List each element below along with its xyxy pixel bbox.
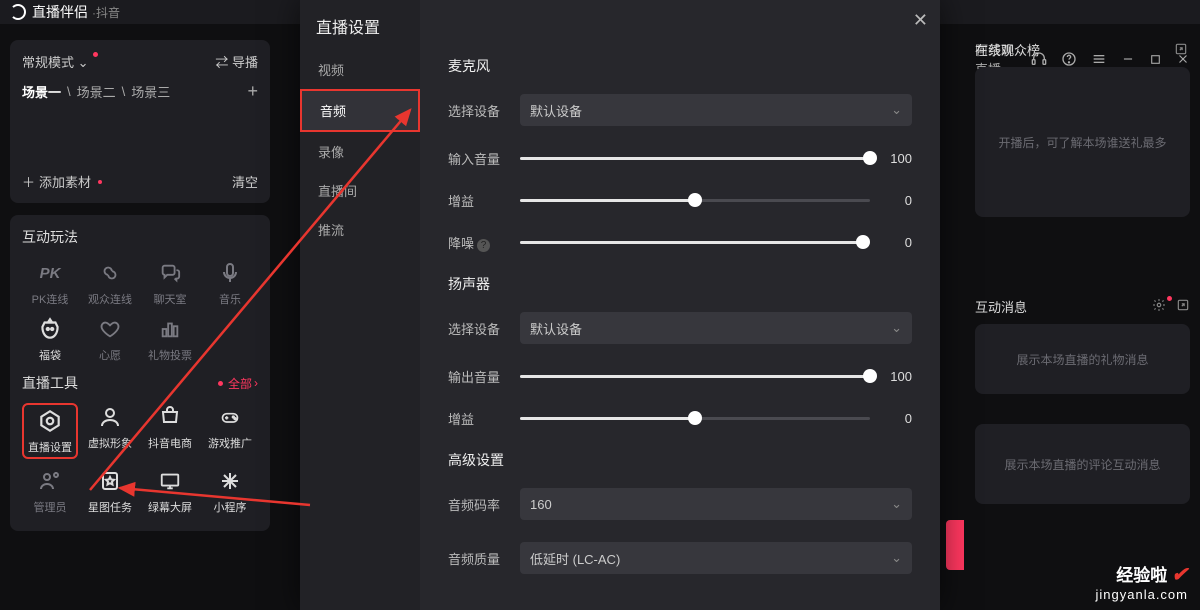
advanced-header: 高级设置 xyxy=(448,450,912,470)
game-promo-button[interactable]: 游戏推广 xyxy=(202,403,258,459)
mic-gain-label: 增益 xyxy=(448,191,506,210)
settings-modal: 直播设置 ✕ 视频 音频 录像 直播间 推流 麦克风 选择设备 默认设备⌄ 输入… xyxy=(300,0,940,610)
tab-record[interactable]: 录像 xyxy=(300,132,420,171)
app-title: 直播伴侣 xyxy=(32,2,88,22)
miniprogram-button[interactable]: 小程序 xyxy=(202,467,258,515)
pk-button[interactable]: PKPK连线 xyxy=(22,259,78,307)
scene-tab-3[interactable]: 场景三 xyxy=(131,82,170,101)
modal-close-button[interactable]: ✕ xyxy=(913,10,928,31)
mic-gain-slider[interactable] xyxy=(520,190,870,210)
bitrate-select[interactable]: 160⌄ xyxy=(520,488,912,520)
tab-room[interactable]: 直播间 xyxy=(300,171,420,210)
out-volume-label: 输出音量 xyxy=(448,367,506,386)
tab-video[interactable]: 视频 xyxy=(300,50,420,89)
spk-gain-slider[interactable] xyxy=(520,408,870,428)
side-action-button[interactable] xyxy=(946,520,964,570)
tab-audio[interactable]: 音频 xyxy=(300,89,420,132)
spk-device-select[interactable]: 默认设备⌄ xyxy=(520,312,912,344)
star-task-button[interactable]: 星图任务 xyxy=(82,467,138,515)
interact-panel: 互动玩法 PKPK连线 观众连线 聊天室 音乐 福袋 心愿 礼物投票 直播工具 … xyxy=(10,215,270,531)
in-volume-value: 100 xyxy=(884,151,912,166)
tools-title: 直播工具 xyxy=(22,373,78,393)
spk-gain-label: 增益 xyxy=(448,409,506,428)
director-button[interactable]: ⇄ 导播 xyxy=(215,52,258,71)
speaker-header: 扬声器 xyxy=(448,274,912,294)
noise-slider[interactable] xyxy=(520,232,870,252)
out-volume-value: 100 xyxy=(884,369,912,384)
quality-select[interactable]: 低延时 (LC-AC)⌄ xyxy=(520,542,912,574)
mic-device-select[interactable]: 默认设备⌄ xyxy=(520,94,912,126)
add-scene-button[interactable]: + xyxy=(247,81,258,102)
quality-label: 音频质量 xyxy=(448,549,506,568)
watermark: 经验啦✔ jingyanla.com xyxy=(1096,561,1189,602)
giftvote-button[interactable]: 礼物投票 xyxy=(142,315,198,363)
all-tools-button[interactable]: 全部 › xyxy=(218,375,258,392)
noise-label: 降噪? xyxy=(448,233,506,252)
in-volume-slider[interactable] xyxy=(520,148,870,168)
scene-panel: 常规模式 ⌄ ⇄ 导播 场景一 \ 场景二 \ 场景三 + ＋ 添加素材 清空 xyxy=(10,40,270,203)
virtual-avatar-button[interactable]: 虚拟形象 xyxy=(82,403,138,459)
popout-icon[interactable] xyxy=(1174,42,1190,58)
mic-gain-value: 0 xyxy=(884,193,912,208)
add-material-button[interactable]: ＋ 添加素材 xyxy=(22,172,102,191)
admin-button[interactable]: 管理员 xyxy=(22,467,78,515)
noise-value: 0 xyxy=(884,235,912,250)
luckybag-button[interactable]: 福袋 xyxy=(22,315,78,363)
msg-gear-icon[interactable] xyxy=(1152,300,1166,315)
app-logo xyxy=(10,4,26,20)
msg-title: 互动消息 xyxy=(975,297,1027,316)
audience-link-button[interactable]: 观众连线 xyxy=(82,259,138,307)
mode-selector[interactable]: 常规模式 ⌄ xyxy=(22,52,98,71)
bitrate-label: 音频码率 xyxy=(448,495,506,514)
modal-title: 直播设置 xyxy=(316,14,380,38)
live-settings-button[interactable]: 直播设置 xyxy=(26,407,74,455)
spk-gain-value: 0 xyxy=(884,411,912,426)
rank-box: 开播后，可了解本场谁送礼最多 xyxy=(975,67,1190,217)
app-subtitle: ·抖音 xyxy=(92,4,120,21)
tab-push[interactable]: 推流 xyxy=(300,210,420,249)
out-volume-slider[interactable] xyxy=(520,366,870,386)
rank-title: 在线观众榜 xyxy=(975,40,1040,59)
mic-header: 麦克风 xyxy=(448,56,912,76)
clear-button[interactable]: 清空 xyxy=(232,172,258,191)
scene-tab-1[interactable]: 场景一 xyxy=(22,82,61,101)
msg-gift-box: 展示本场直播的礼物消息 xyxy=(975,324,1190,394)
wish-button[interactable]: 心愿 xyxy=(82,315,138,363)
msg-comment-box: 展示本场直播的评论互动消息 xyxy=(975,424,1190,504)
in-volume-label: 输入音量 xyxy=(448,149,506,168)
spk-device-label: 选择设备 xyxy=(448,319,506,338)
msg-popout-icon[interactable] xyxy=(1176,300,1190,315)
scene-tab-2[interactable]: 场景二 xyxy=(77,82,116,101)
mic-device-label: 选择设备 xyxy=(448,101,506,120)
ecommerce-button[interactable]: 抖音电商 xyxy=(142,403,198,459)
chatroom-button[interactable]: 聊天室 xyxy=(142,259,198,307)
greenscreen-button[interactable]: 绿幕大屏 xyxy=(142,467,198,515)
interact-title: 互动玩法 xyxy=(22,227,258,247)
music-button[interactable]: 音乐 xyxy=(202,259,258,307)
